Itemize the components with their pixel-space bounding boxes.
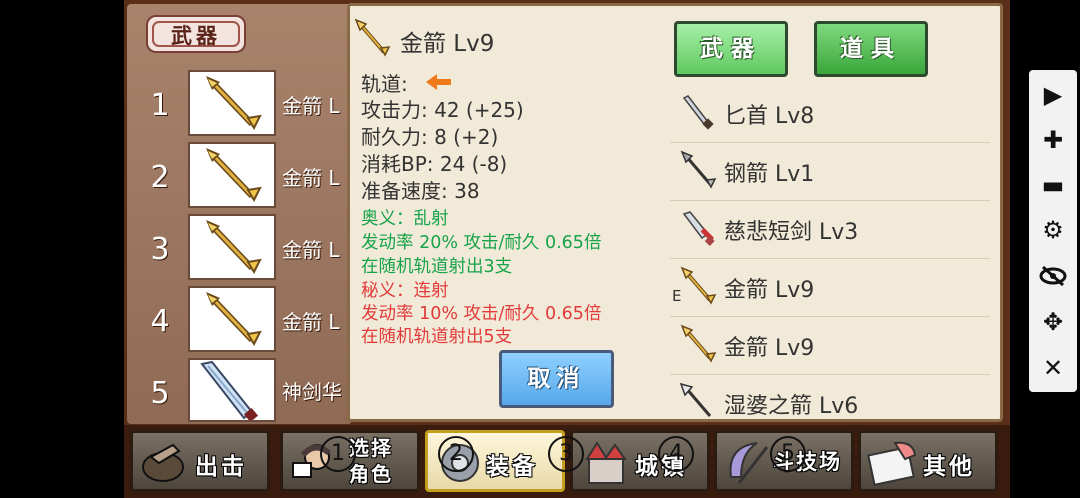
skill1-name: 奥义：乱射	[361, 209, 449, 229]
attack-stat: 攻击力: 42 (+25)	[361, 98, 524, 122]
hide-icon[interactable]	[1029, 256, 1077, 296]
inventory-item[interactable]: 慈悲短剑 Lv3	[670, 200, 990, 259]
skill2-rate: 发动率 10% 攻击/耐久 0.65倍	[361, 304, 602, 324]
tab-item[interactable]: 道具	[814, 21, 928, 77]
inventory-item-name: 金箭 Lv9	[724, 278, 815, 303]
durability-stat: 耐久力: 8 (+2)	[361, 125, 499, 149]
category-tag-label: 武器	[152, 21, 240, 48]
gold-arrow-icon	[206, 220, 262, 275]
overlay-toolbar: ▶ ✚ ▬ ⚙ ✥ ✕	[1029, 70, 1077, 392]
ready-speed-stat: 准备速度: 38	[361, 179, 480, 203]
slot-number: 3	[150, 232, 170, 267]
nav-other-button[interactable]: 其他	[858, 430, 998, 492]
slot-weapon-name: 金箭 L	[282, 94, 340, 118]
gold-arrow-icon	[206, 148, 262, 203]
weapon-slot-1[interactable]	[188, 70, 276, 136]
move-icon[interactable]: ✥	[1029, 302, 1077, 342]
gold-arrow-icon	[680, 266, 717, 305]
detail-title: 金箭 Lv9	[400, 31, 495, 57]
inventory-item[interactable]: E 金箭 Lv9	[670, 258, 990, 317]
cancel-button[interactable]: 取消	[499, 350, 614, 408]
castle-icon	[585, 441, 627, 484]
bp-cost-stat: 消耗BP: 24 (-8)	[361, 152, 508, 176]
slot-number: 4	[150, 304, 170, 339]
gold-arrow-icon	[680, 324, 717, 363]
inventory-item-name: 慈悲短剑 Lv3	[724, 220, 859, 245]
gold-arrow-icon	[206, 292, 262, 347]
weapon-slot-5[interactable]	[188, 358, 276, 423]
short-sword-icon	[682, 211, 715, 246]
tutorial-marker: 1	[320, 436, 356, 472]
slot-weapon-name: 神剑华	[282, 380, 342, 404]
slot-weapon-name: 金箭 L	[282, 238, 340, 262]
play-icon[interactable]: ▶	[1029, 75, 1077, 115]
slot-weapon-name: 金箭 L	[282, 310, 340, 334]
close-icon[interactable]: ✕	[1029, 348, 1077, 388]
skill2-name: 秘义：连射	[361, 281, 449, 301]
skill1-rate: 发动率 20% 攻击/耐久 0.65倍	[361, 233, 602, 253]
slot-weapon-name: 金箭 L	[282, 166, 340, 190]
weapon-slot-3[interactable]	[188, 214, 276, 280]
slot-number: 1	[150, 88, 170, 123]
scythe-icon	[729, 442, 769, 484]
nav-sortie-button[interactable]: 出击	[130, 430, 270, 492]
inventory-item[interactable]: 匕首 Lv8	[670, 84, 990, 143]
skill2-desc: 在随机轨道射出5支	[361, 327, 513, 347]
pot-icon	[142, 443, 184, 482]
gold-arrow-icon	[206, 76, 262, 131]
skill1-desc: 在随机轨道射出3支	[361, 257, 513, 277]
settings-icon[interactable]: ⚙	[1029, 210, 1077, 250]
slot-number: 2	[150, 160, 170, 195]
inventory-item-name: 金箭 Lv9	[724, 336, 815, 361]
weapon-slot-4[interactable]	[188, 286, 276, 352]
tutorial-marker: 2	[438, 436, 474, 472]
nav-select-role-label-2: 角色	[349, 462, 393, 486]
weapon-slot-2[interactable]	[188, 142, 276, 208]
left-arrow-icon	[426, 74, 451, 90]
slot-number: 5	[150, 376, 170, 411]
tutorial-marker: 3	[548, 436, 584, 472]
inventory-item-name: 匕首 Lv8	[724, 104, 815, 129]
tab-weapon[interactable]: 武器	[674, 21, 788, 77]
inventory-item-name: 钢箭 Lv1	[724, 162, 815, 187]
steel-arrow-icon	[680, 150, 717, 189]
inventory-list: 匕首 Lv8 钢箭 Lv1 慈悲短剑 Lv3 E 金箭 Lv9 金箭 Lv9 湿…	[670, 84, 990, 420]
zoom-out-icon[interactable]: ▬	[1029, 165, 1077, 205]
category-tag: 武器	[146, 15, 246, 53]
inventory-item[interactable]: 钢箭 Lv1	[670, 142, 990, 201]
scroll-icon	[867, 441, 917, 487]
inventory-item-name: 湿婆之箭 Lv6	[724, 394, 859, 419]
gold-arrow-icon	[354, 18, 391, 57]
nav-sortie-label: 出击	[195, 454, 247, 480]
tutorial-marker: 4	[658, 436, 694, 472]
trajectory-label: 轨道:	[361, 72, 408, 96]
zoom-in-icon[interactable]: ✚	[1029, 120, 1077, 160]
nav-other-label: 其他	[923, 454, 975, 480]
inventory-item[interactable]: 金箭 Lv9	[670, 316, 990, 375]
nav-equip-label: 装备	[486, 454, 538, 480]
shiva-arrow-icon	[679, 382, 712, 417]
holy-sword-icon	[200, 360, 259, 423]
tutorial-marker: 5	[770, 436, 806, 472]
dagger-icon	[682, 95, 714, 130]
inventory-item[interactable]: 湿婆之箭 Lv6	[670, 374, 990, 420]
